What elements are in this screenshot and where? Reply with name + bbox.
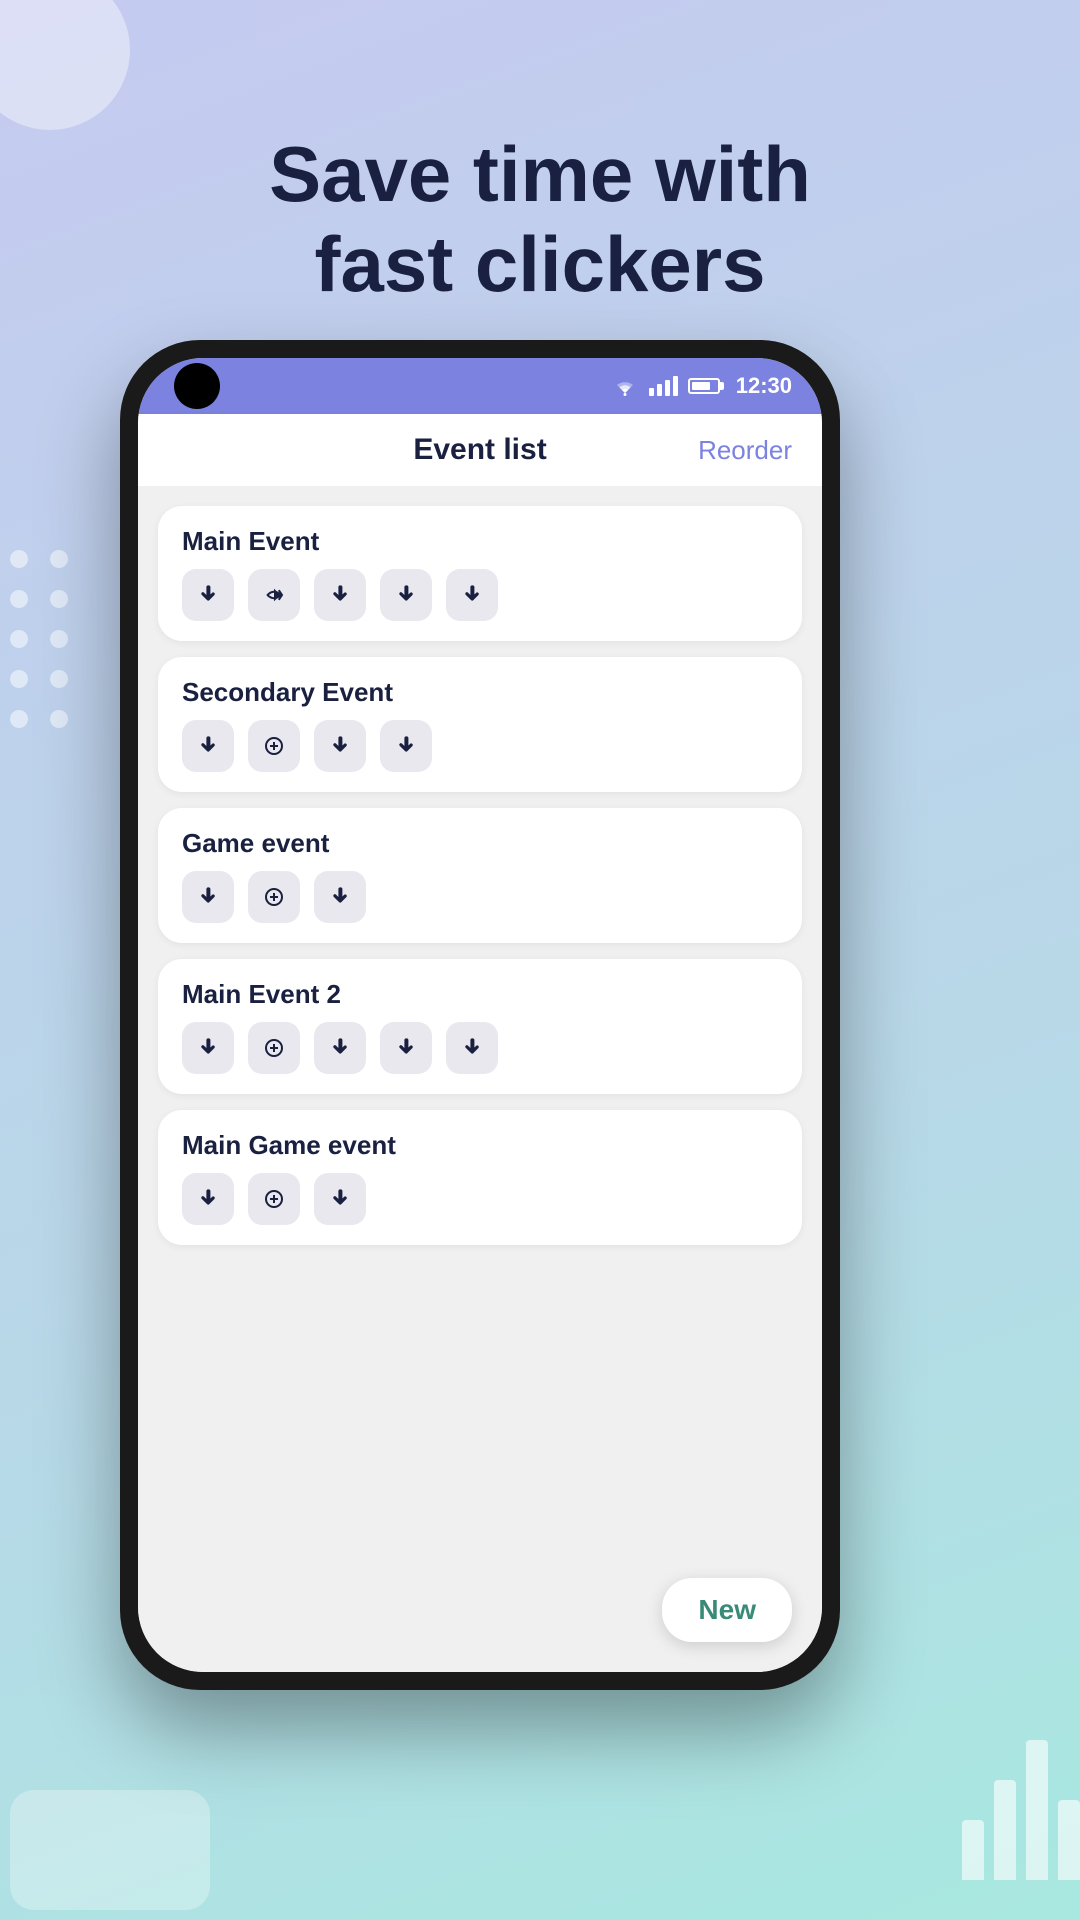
event-clickers-main-event bbox=[182, 569, 778, 621]
clicker-btn-1[interactable] bbox=[182, 569, 234, 621]
reorder-button[interactable]: Reorder bbox=[698, 435, 792, 466]
event-name-secondary-event: Secondary Event bbox=[182, 677, 778, 708]
status-bar: 12:30 bbox=[138, 358, 822, 414]
event-name-game-event: Game event bbox=[182, 828, 778, 859]
battery-icon bbox=[688, 378, 720, 394]
event-name-main-event-2: Main Event 2 bbox=[182, 979, 778, 1010]
mge-clicker-btn-3[interactable] bbox=[314, 1173, 366, 1225]
game-clicker-btn-3[interactable] bbox=[314, 871, 366, 923]
event-name-main-event: Main Event bbox=[182, 526, 778, 557]
event-card-secondary-event: Secondary Event bbox=[158, 657, 802, 792]
event-clickers-main-game-event bbox=[182, 1173, 778, 1225]
app-title: Event list bbox=[413, 433, 546, 467]
event-card-main-event-2: Main Event 2 bbox=[158, 959, 802, 1094]
clicker-btn-3[interactable] bbox=[314, 569, 366, 621]
event-card-main-event: Main Event bbox=[158, 506, 802, 641]
page-headline: Save time with fast clickers bbox=[0, 130, 1080, 309]
event-card-game-event: Game event bbox=[158, 808, 802, 943]
secondary-clicker-btn-2[interactable] bbox=[248, 720, 300, 772]
game-clicker-btn-1[interactable] bbox=[182, 871, 234, 923]
me2-clicker-btn-4[interactable] bbox=[380, 1022, 432, 1074]
phone-outer: 12:30 Event list Reorder Main Event bbox=[120, 340, 840, 1690]
event-clickers-secondary-event bbox=[182, 720, 778, 772]
fab-new-button[interactable]: New bbox=[662, 1578, 792, 1642]
clicker-btn-4[interactable] bbox=[380, 569, 432, 621]
event-card-main-game-event: Main Game event bbox=[158, 1110, 802, 1245]
camera-hole bbox=[174, 363, 220, 409]
bg-circle-top bbox=[0, 0, 130, 130]
clicker-btn-5[interactable] bbox=[446, 569, 498, 621]
phone-mockup: 12:30 Event list Reorder Main Event bbox=[120, 340, 840, 1690]
event-clickers-game-event bbox=[182, 871, 778, 923]
mge-clicker-btn-2[interactable] bbox=[248, 1173, 300, 1225]
me2-clicker-btn-5[interactable] bbox=[446, 1022, 498, 1074]
wifi-icon bbox=[611, 375, 639, 397]
event-clickers-main-event-2 bbox=[182, 1022, 778, 1074]
phone-inner: 12:30 Event list Reorder Main Event bbox=[138, 358, 822, 1672]
event-name-main-game-event: Main Game event bbox=[182, 1130, 778, 1161]
bg-dots bbox=[10, 550, 68, 728]
secondary-clicker-btn-3[interactable] bbox=[314, 720, 366, 772]
me2-clicker-btn-1[interactable] bbox=[182, 1022, 234, 1074]
game-clicker-btn-2[interactable] bbox=[248, 871, 300, 923]
me2-clicker-btn-2[interactable] bbox=[248, 1022, 300, 1074]
status-time: 12:30 bbox=[736, 373, 792, 399]
bg-decoration-card bbox=[10, 1790, 210, 1910]
clicker-btn-2[interactable] bbox=[248, 569, 300, 621]
mge-clicker-btn-1[interactable] bbox=[182, 1173, 234, 1225]
me2-clicker-btn-3[interactable] bbox=[314, 1022, 366, 1074]
app-header: Event list Reorder bbox=[138, 414, 822, 486]
app-content: Main Event bbox=[138, 486, 822, 1672]
signal-icon bbox=[649, 376, 678, 396]
secondary-clicker-btn-4[interactable] bbox=[380, 720, 432, 772]
bg-decoration-bars bbox=[962, 1740, 1080, 1880]
secondary-clicker-btn-1[interactable] bbox=[182, 720, 234, 772]
status-icons: 12:30 bbox=[611, 373, 792, 399]
